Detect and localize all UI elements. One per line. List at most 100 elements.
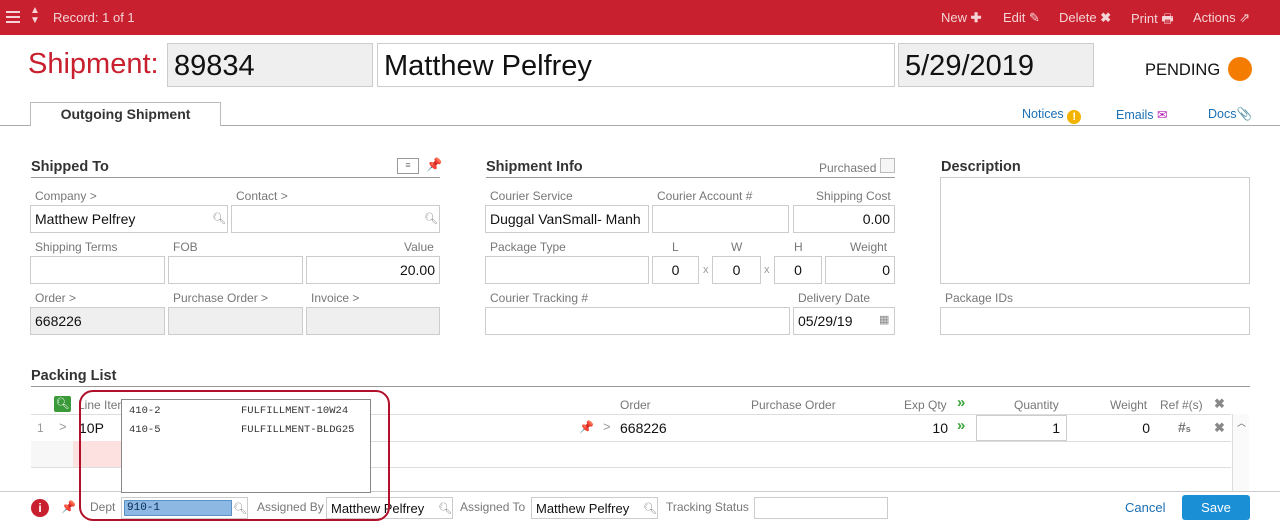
courier-tracking-field[interactable] [485, 307, 790, 335]
delete-button[interactable]: Delete ✖ [1059, 10, 1111, 26]
customer-name-field[interactable]: Matthew Pelfrey [377, 43, 895, 87]
col-exp-qty: Exp Qty [904, 398, 947, 412]
col-purchase-order: Purchase Order [751, 398, 836, 412]
weight-label: Weight [850, 240, 888, 254]
dropdown-option[interactable]: 410-5 FULFILLMENT-BLDG25 [129, 424, 369, 442]
cancel-button[interactable]: Cancel [1125, 500, 1165, 515]
courier-service-label: Courier Service [490, 189, 573, 203]
copy-qty-icon[interactable]: » [957, 417, 965, 434]
row-expand-icon[interactable]: > [59, 419, 67, 434]
order-cell: 668226 [620, 420, 667, 436]
length-label: L [672, 240, 679, 254]
address-card-icon[interactable]: ≡ [397, 158, 419, 174]
clear-all-icon[interactable]: ✖ [1214, 396, 1225, 412]
shipping-terms-field[interactable] [30, 256, 165, 284]
dept-input[interactable]: 910-1 [121, 497, 248, 519]
assigned-by-field[interactable]: Matthew Pelfrey [326, 497, 453, 519]
row-pin-icon[interactable]: 📌 [579, 420, 594, 434]
width-field[interactable]: 0 [712, 256, 761, 284]
ref-numbers-icon[interactable]: #s [1178, 419, 1191, 435]
option-code: 410-5 [129, 424, 161, 436]
length-field[interactable]: 0 [652, 256, 699, 284]
actions-button[interactable]: Actions ⇗ [1193, 10, 1250, 26]
tab-outgoing-shipment[interactable]: Outgoing Shipment [30, 102, 221, 126]
dimension-separator: x [764, 264, 770, 276]
save-button[interactable]: Save [1182, 495, 1250, 520]
assigned-to-search-icon[interactable]: 🔍︎ [643, 502, 657, 515]
record-nav-icon[interactable]: ▲ ▼ [30, 6, 40, 26]
courier-tracking-label: Courier Tracking # [490, 291, 589, 305]
error-icon[interactable]: i [31, 499, 49, 517]
shipping-cost-field[interactable]: 0.00 [793, 205, 895, 233]
description-field[interactable] [940, 177, 1250, 284]
shipping-terms-label: Shipping Terms [35, 240, 118, 254]
weight-field[interactable]: 0 [825, 256, 895, 284]
courier-service-field[interactable]: Duggal VanSmall- Manh [485, 205, 649, 233]
page-title: Shipment: [28, 48, 159, 80]
contact-search-icon[interactable]: 🔍︎ [424, 212, 438, 225]
dropdown-option[interactable]: 410-2 FULFILLMENT-10W24 [129, 405, 369, 423]
shipment-info-divider [486, 177, 895, 178]
status-indicator-icon [1228, 57, 1252, 81]
company-label[interactable]: Company > [35, 189, 97, 203]
search-lines-icon[interactable]: 🔍︎ [54, 396, 71, 412]
company-field[interactable]: Matthew Pelfrey [30, 205, 228, 233]
purchased-checkbox[interactable] [880, 158, 895, 173]
contact-label[interactable]: Contact > [236, 189, 288, 203]
col-line-item: Line Item [78, 398, 128, 412]
purchase-order-label[interactable]: Purchase Order > [173, 291, 268, 305]
dept-search-icon[interactable]: 🔍︎ [233, 502, 247, 515]
package-type-field[interactable] [485, 256, 649, 284]
dept-autocomplete-dropdown: 410-2 FULFILLMENT-10W24 410-5 FULFILLMEN… [121, 399, 371, 493]
top-toolbar: ▲ ▼ Record: 1 of 1 New ✚ Edit ✎ Delete ✖ … [0, 0, 1280, 35]
docs-link[interactable]: Docs📎 [1208, 107, 1252, 122]
printer-icon: 🖶 [1161, 11, 1174, 26]
package-ids-field[interactable] [940, 307, 1250, 335]
new-button[interactable]: New ✚ [941, 10, 982, 26]
plus-icon: ✚ [970, 10, 982, 25]
shipment-date-field[interactable]: 5/29/2019 [898, 43, 1094, 87]
dept-input-value: 910-1 [124, 500, 232, 516]
company-search-icon[interactable]: 🔍︎ [212, 212, 226, 225]
description-title: Description [941, 159, 1021, 175]
footer-pin-icon[interactable]: 📌 [61, 500, 76, 514]
tracking-status-field[interactable] [754, 497, 888, 519]
menu-icon[interactable] [6, 11, 20, 23]
calendar-icon[interactable]: ▦ [879, 313, 889, 326]
table-scrollbar[interactable]: ︿ [1232, 414, 1249, 492]
purchased-label: Purchased [819, 161, 877, 175]
notices-link[interactable]: Notices ! [1022, 107, 1082, 124]
exp-qty-cell: 10 [932, 420, 948, 436]
package-ids-label: Package IDs [945, 291, 1014, 305]
edit-button[interactable]: Edit ✎ [1003, 10, 1040, 26]
dept-label: Dept [90, 500, 116, 514]
copy-all-qty-icon[interactable]: » [957, 394, 965, 411]
line-item-cell[interactable]: 10P [79, 420, 104, 436]
order-label[interactable]: Order > [35, 291, 76, 305]
height-field[interactable]: 0 [774, 256, 822, 284]
value-field[interactable]: 20.00 [306, 256, 440, 284]
pencil-icon: ✎ [1029, 10, 1040, 25]
print-button[interactable]: Print 🖶 [1131, 10, 1174, 32]
emails-link[interactable]: Emails ✉ [1116, 107, 1167, 122]
status-label: PENDING [1145, 61, 1221, 79]
fob-field[interactable] [168, 256, 303, 284]
delete-row-icon[interactable]: ✖ [1214, 420, 1225, 436]
contact-field[interactable] [231, 205, 440, 233]
courier-account-field[interactable] [652, 205, 789, 233]
assigned-to-field[interactable]: Matthew Pelfrey [531, 497, 658, 519]
shipped-to-divider [31, 177, 440, 178]
option-code: 410-2 [129, 405, 161, 417]
quantity-field[interactable]: 1 [976, 415, 1067, 441]
weight-cell: 0 [1142, 420, 1150, 436]
scroll-up-icon[interactable]: ︿ [1237, 416, 1246, 429]
assigned-by-search-icon[interactable]: 🔍︎ [438, 502, 452, 515]
shipment-number-field[interactable]: 89834 [167, 43, 373, 87]
invoice-label[interactable]: Invoice > [311, 291, 359, 305]
row-number: 1 [37, 421, 44, 435]
col-refs: Ref #(s) [1160, 398, 1203, 412]
assigned-to-label: Assigned To [460, 500, 526, 514]
shipped-to-title: Shipped To [31, 159, 109, 175]
pin-icon[interactable]: 📌 [426, 157, 442, 173]
order-link-icon[interactable]: > [603, 419, 611, 434]
